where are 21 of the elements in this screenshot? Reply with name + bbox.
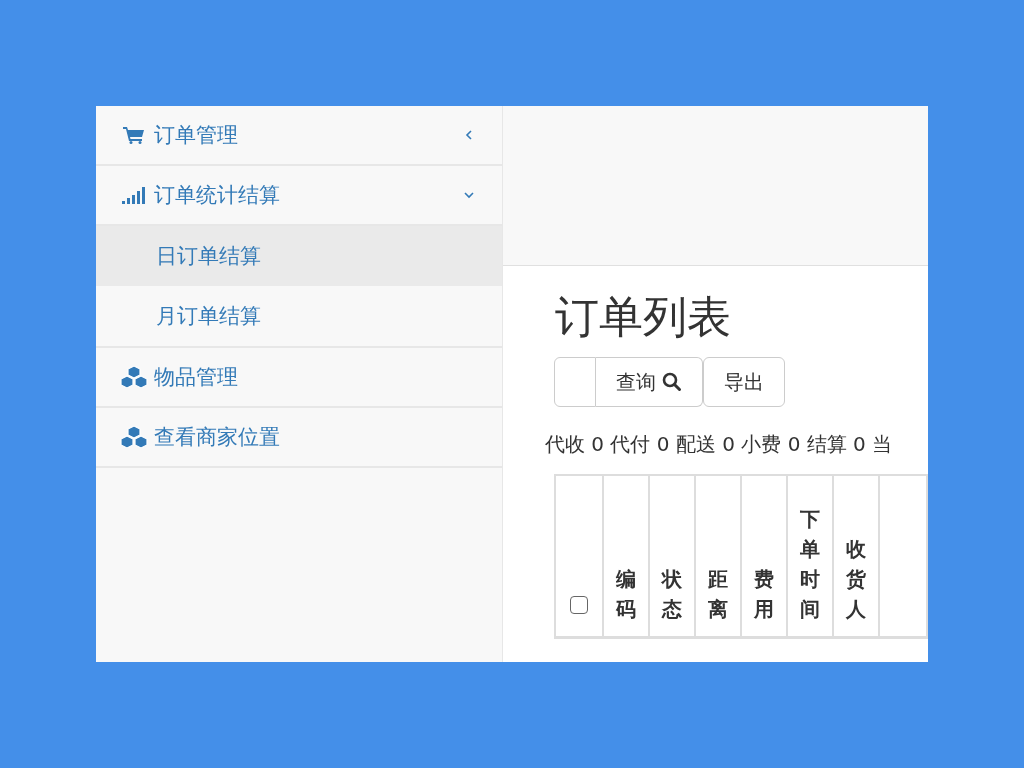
export-button[interactable]: 导出 <box>703 357 785 407</box>
sidebar-item[interactable]: 物品管理 <box>96 348 502 408</box>
cubes-icon <box>120 366 148 388</box>
cart-icon <box>123 126 145 144</box>
cubes-icon <box>120 426 148 448</box>
column-header: 距离 <box>708 566 728 623</box>
sidebar-item[interactable]: 订单管理 <box>96 106 502 166</box>
summary-text: 代收 0 代付 0 配送 0 小费 0 结算 0 当 <box>545 431 894 458</box>
search-icon <box>662 372 682 392</box>
column-header: 编码 <box>616 566 636 623</box>
checkbox[interactable] <box>570 596 588 614</box>
sidebar-item[interactable]: 查看商家位置 <box>96 408 502 468</box>
search-button[interactable]: 查询 <box>596 357 703 407</box>
sidebar-subitem[interactable]: 月订单结算 <box>96 286 502 346</box>
column-header: 下单时间 <box>800 506 820 623</box>
column-header: 状态 <box>662 566 682 623</box>
column-header: 收货人 <box>846 536 866 623</box>
page-title: 订单列表 <box>555 290 732 344</box>
signal-bars-icon <box>122 186 146 204</box>
column-header: 费用 <box>754 566 774 623</box>
sidebar-subitem[interactable]: 日订单结算 <box>96 226 502 286</box>
